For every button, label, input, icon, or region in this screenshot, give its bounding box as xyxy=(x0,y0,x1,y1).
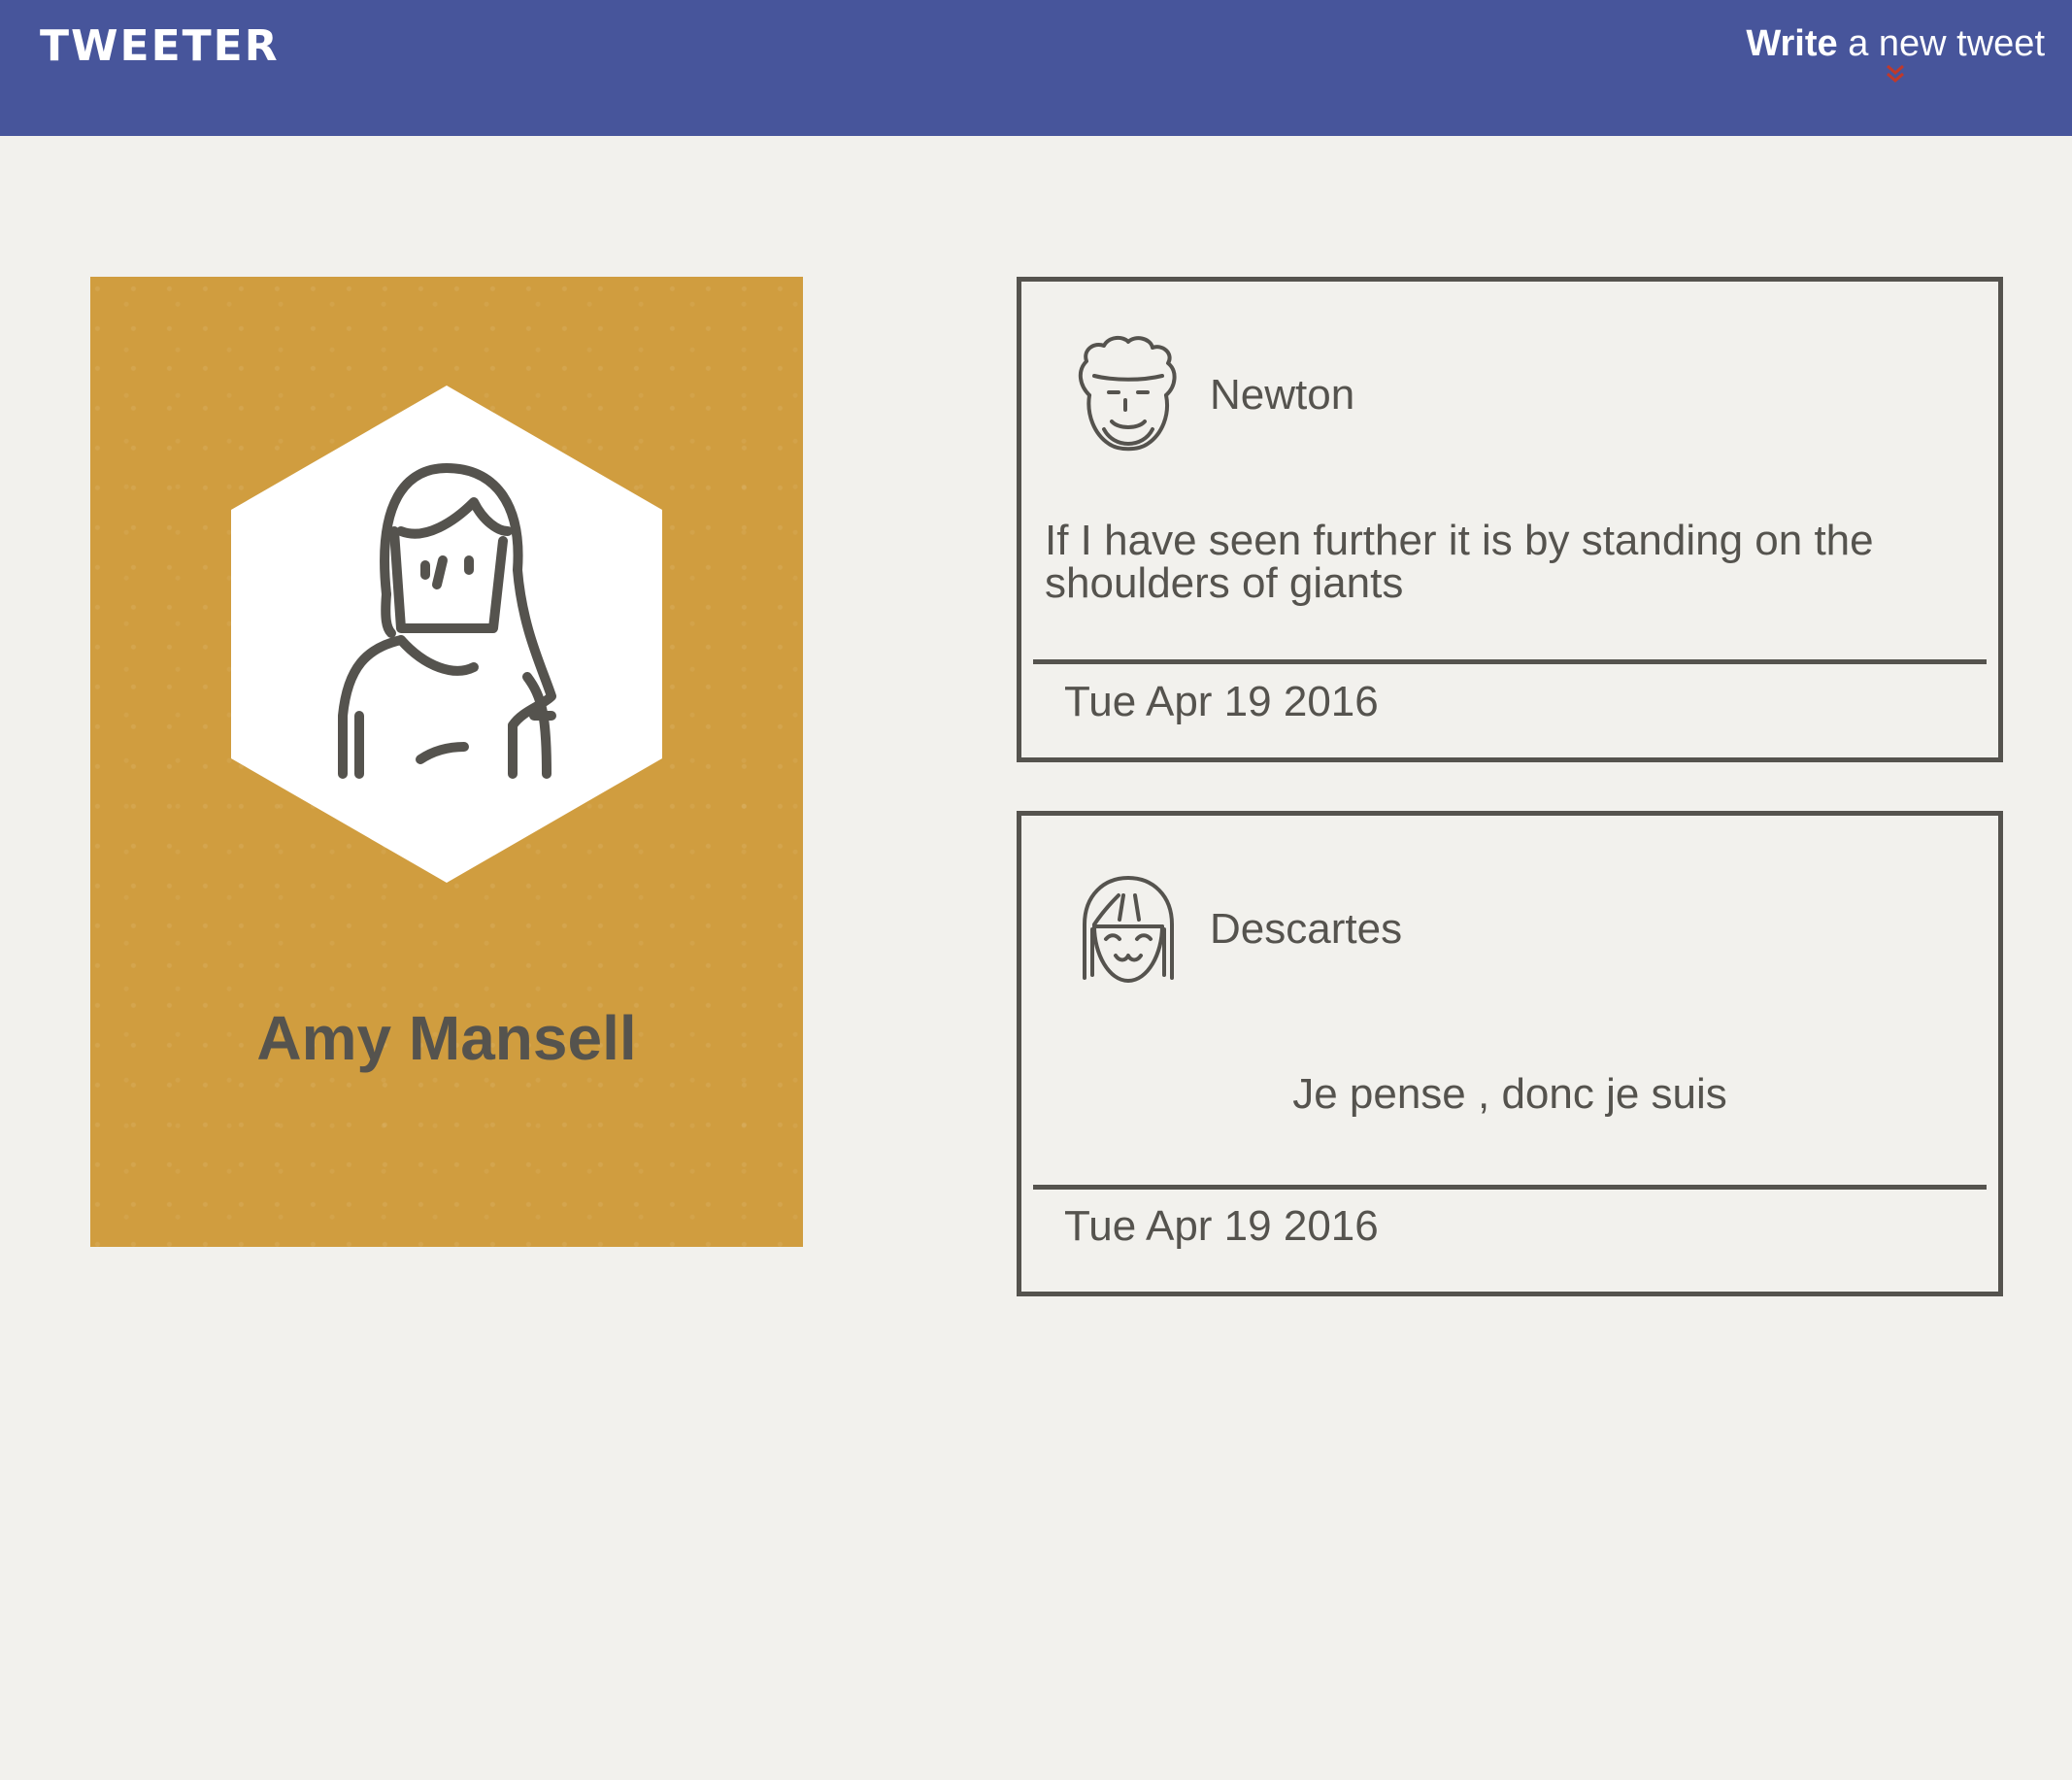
chevron-double-down-icon xyxy=(1887,64,1905,83)
tweet-date: Tue Apr 19 2016 xyxy=(1064,678,1379,725)
tweet-divider xyxy=(1033,659,1987,664)
top-navbar: TWEETER Write a new tweet xyxy=(0,0,2072,136)
brand-logo[interactable]: TWEETER xyxy=(40,21,280,71)
compose-label: a new tweet xyxy=(1837,23,2045,64)
tweet-card: Descartes Je pense , donc je suis Tue Ap… xyxy=(1017,811,2003,1296)
tweet-text: Je pense , donc je suis xyxy=(1292,1070,1727,1118)
tweet-card: Newton If I have seen further it is by s… xyxy=(1017,277,2003,762)
tweet-author[interactable]: Descartes xyxy=(1210,905,1402,954)
bob-hair-smiling-avatar-icon xyxy=(1083,876,1174,983)
tweet-text: If I have seen further it is by standing… xyxy=(1045,517,1874,607)
tweet-divider xyxy=(1033,1185,1987,1190)
tweet-date: Tue Apr 19 2016 xyxy=(1064,1202,1379,1250)
woman-avatar-icon xyxy=(231,386,662,883)
profile-name: Amy Mansell xyxy=(256,1003,637,1073)
compose-label-bold: Write xyxy=(1746,23,1838,64)
write-new-tweet-button[interactable]: Write a new tweet xyxy=(1746,23,2045,84)
tweet-author[interactable]: Newton xyxy=(1210,371,1354,420)
curly-hair-man-avatar-icon xyxy=(1078,335,1177,452)
profile-card: Amy Mansell xyxy=(90,277,803,1247)
